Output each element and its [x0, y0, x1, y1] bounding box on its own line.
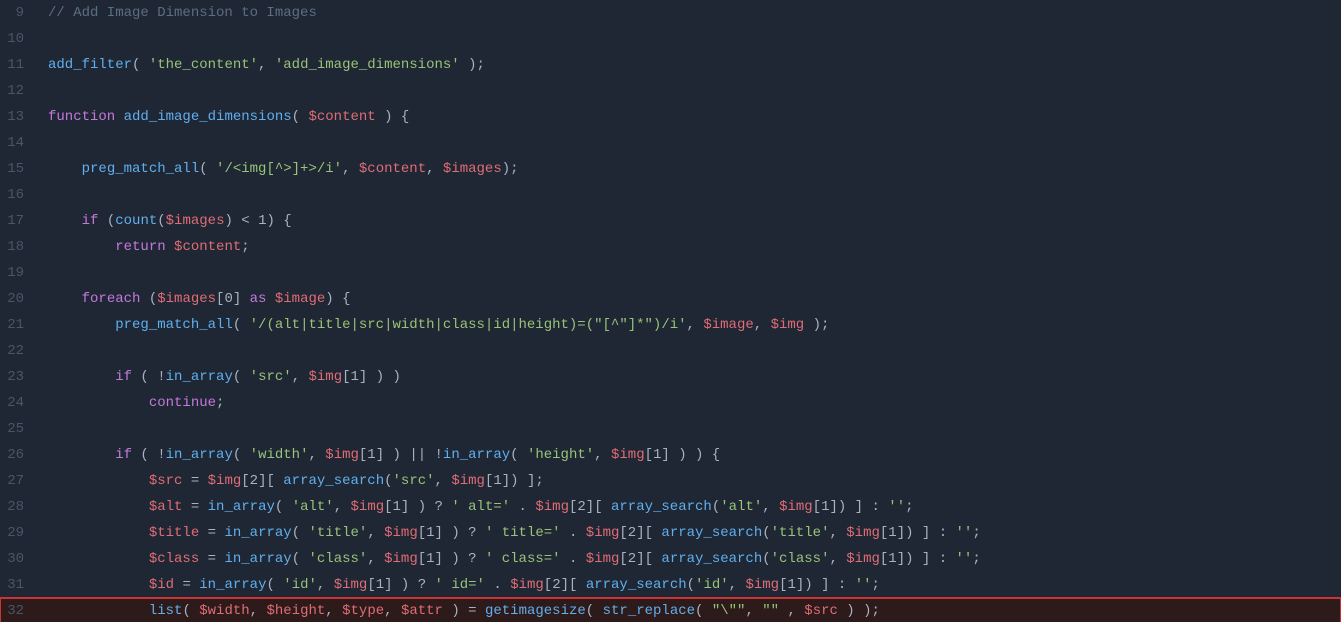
- line-number: 25: [0, 421, 38, 437]
- code-line: 12: [0, 78, 1341, 104]
- line-number: 28: [0, 499, 38, 515]
- line-number: 23: [0, 369, 38, 385]
- line-number: 22: [0, 343, 38, 359]
- code-line: 20 foreach ($images[0] as $image) {: [0, 286, 1341, 312]
- code-editor: 9// Add Image Dimension to Images10 11ad…: [0, 0, 1341, 622]
- line-content: if ( !in_array( 'width', $img[1] ) || !i…: [38, 447, 1341, 463]
- line-content: add_filter( 'the_content', 'add_image_di…: [38, 57, 1341, 73]
- line-content: [38, 135, 1341, 151]
- line-number: 21: [0, 317, 38, 333]
- code-line: 19: [0, 260, 1341, 286]
- line-content: list( $width, $height, $type, $attr ) = …: [38, 603, 1341, 619]
- line-number: 17: [0, 213, 38, 229]
- line-number: 30: [0, 551, 38, 567]
- code-line: 13function add_image_dimensions( $conten…: [0, 104, 1341, 130]
- line-content: if (count($images) < 1) {: [38, 213, 1341, 229]
- code-line: 9// Add Image Dimension to Images: [0, 0, 1341, 26]
- line-content: [38, 83, 1341, 99]
- line-number: 12: [0, 83, 38, 99]
- code-line: 14: [0, 130, 1341, 156]
- line-number: 18: [0, 239, 38, 255]
- line-content: [38, 187, 1341, 203]
- line-number: 10: [0, 31, 38, 47]
- line-content: [38, 31, 1341, 47]
- code-line: 29 $title = in_array( 'title', $img[1] )…: [0, 520, 1341, 546]
- line-content: // Add Image Dimension to Images: [38, 5, 1341, 21]
- code-line: 15 preg_match_all( '/<img[^>]+>/i', $con…: [0, 156, 1341, 182]
- line-content: preg_match_all( '/<img[^>]+>/i', $conten…: [38, 161, 1341, 177]
- code-line: 32 list( $width, $height, $type, $attr )…: [0, 598, 1341, 622]
- line-content: if ( !in_array( 'src', $img[1] ) ): [38, 369, 1341, 385]
- line-number: 11: [0, 57, 38, 73]
- line-content: foreach ($images[0] as $image) {: [38, 291, 1341, 307]
- line-content: $src = $img[2][ array_search('src', $img…: [38, 473, 1341, 489]
- line-content: [38, 421, 1341, 437]
- code-line: 26 if ( !in_array( 'width', $img[1] ) ||…: [0, 442, 1341, 468]
- line-number: 16: [0, 187, 38, 203]
- line-number: 24: [0, 395, 38, 411]
- line-content: preg_match_all( '/(alt|title|src|width|c…: [38, 317, 1341, 333]
- line-number: 29: [0, 525, 38, 541]
- line-number: 9: [0, 5, 38, 21]
- code-line: 22: [0, 338, 1341, 364]
- line-number: 20: [0, 291, 38, 307]
- code-line: 10: [0, 26, 1341, 52]
- code-line: 25: [0, 416, 1341, 442]
- code-line: 21 preg_match_all( '/(alt|title|src|widt…: [0, 312, 1341, 338]
- line-number: 32: [0, 603, 38, 619]
- code-line: 18 return $content;: [0, 234, 1341, 260]
- line-number: 19: [0, 265, 38, 281]
- line-content: continue;: [38, 395, 1341, 411]
- code-line: 23 if ( !in_array( 'src', $img[1] ) ): [0, 364, 1341, 390]
- code-line: 24 continue;: [0, 390, 1341, 416]
- code-line: 16: [0, 182, 1341, 208]
- line-content: $title = in_array( 'title', $img[1] ) ? …: [38, 525, 1341, 541]
- line-content: [38, 343, 1341, 359]
- line-content: $alt = in_array( 'alt', $img[1] ) ? ' al…: [38, 499, 1341, 515]
- code-line: 11add_filter( 'the_content', 'add_image_…: [0, 52, 1341, 78]
- line-number: 31: [0, 577, 38, 593]
- line-content: return $content;: [38, 239, 1341, 255]
- line-number: 13: [0, 109, 38, 125]
- line-content: [38, 265, 1341, 281]
- line-number: 15: [0, 161, 38, 177]
- line-number: 26: [0, 447, 38, 463]
- line-number: 27: [0, 473, 38, 489]
- line-number: 14: [0, 135, 38, 151]
- code-line: 27 $src = $img[2][ array_search('src', $…: [0, 468, 1341, 494]
- code-line: 17 if (count($images) < 1) {: [0, 208, 1341, 234]
- code-line: 31 $id = in_array( 'id', $img[1] ) ? ' i…: [0, 572, 1341, 598]
- code-line: 28 $alt = in_array( 'alt', $img[1] ) ? '…: [0, 494, 1341, 520]
- line-content: function add_image_dimensions( $content …: [38, 109, 1341, 125]
- line-content: $class = in_array( 'class', $img[1] ) ? …: [38, 551, 1341, 567]
- code-line: 30 $class = in_array( 'class', $img[1] )…: [0, 546, 1341, 572]
- line-content: $id = in_array( 'id', $img[1] ) ? ' id='…: [38, 577, 1341, 593]
